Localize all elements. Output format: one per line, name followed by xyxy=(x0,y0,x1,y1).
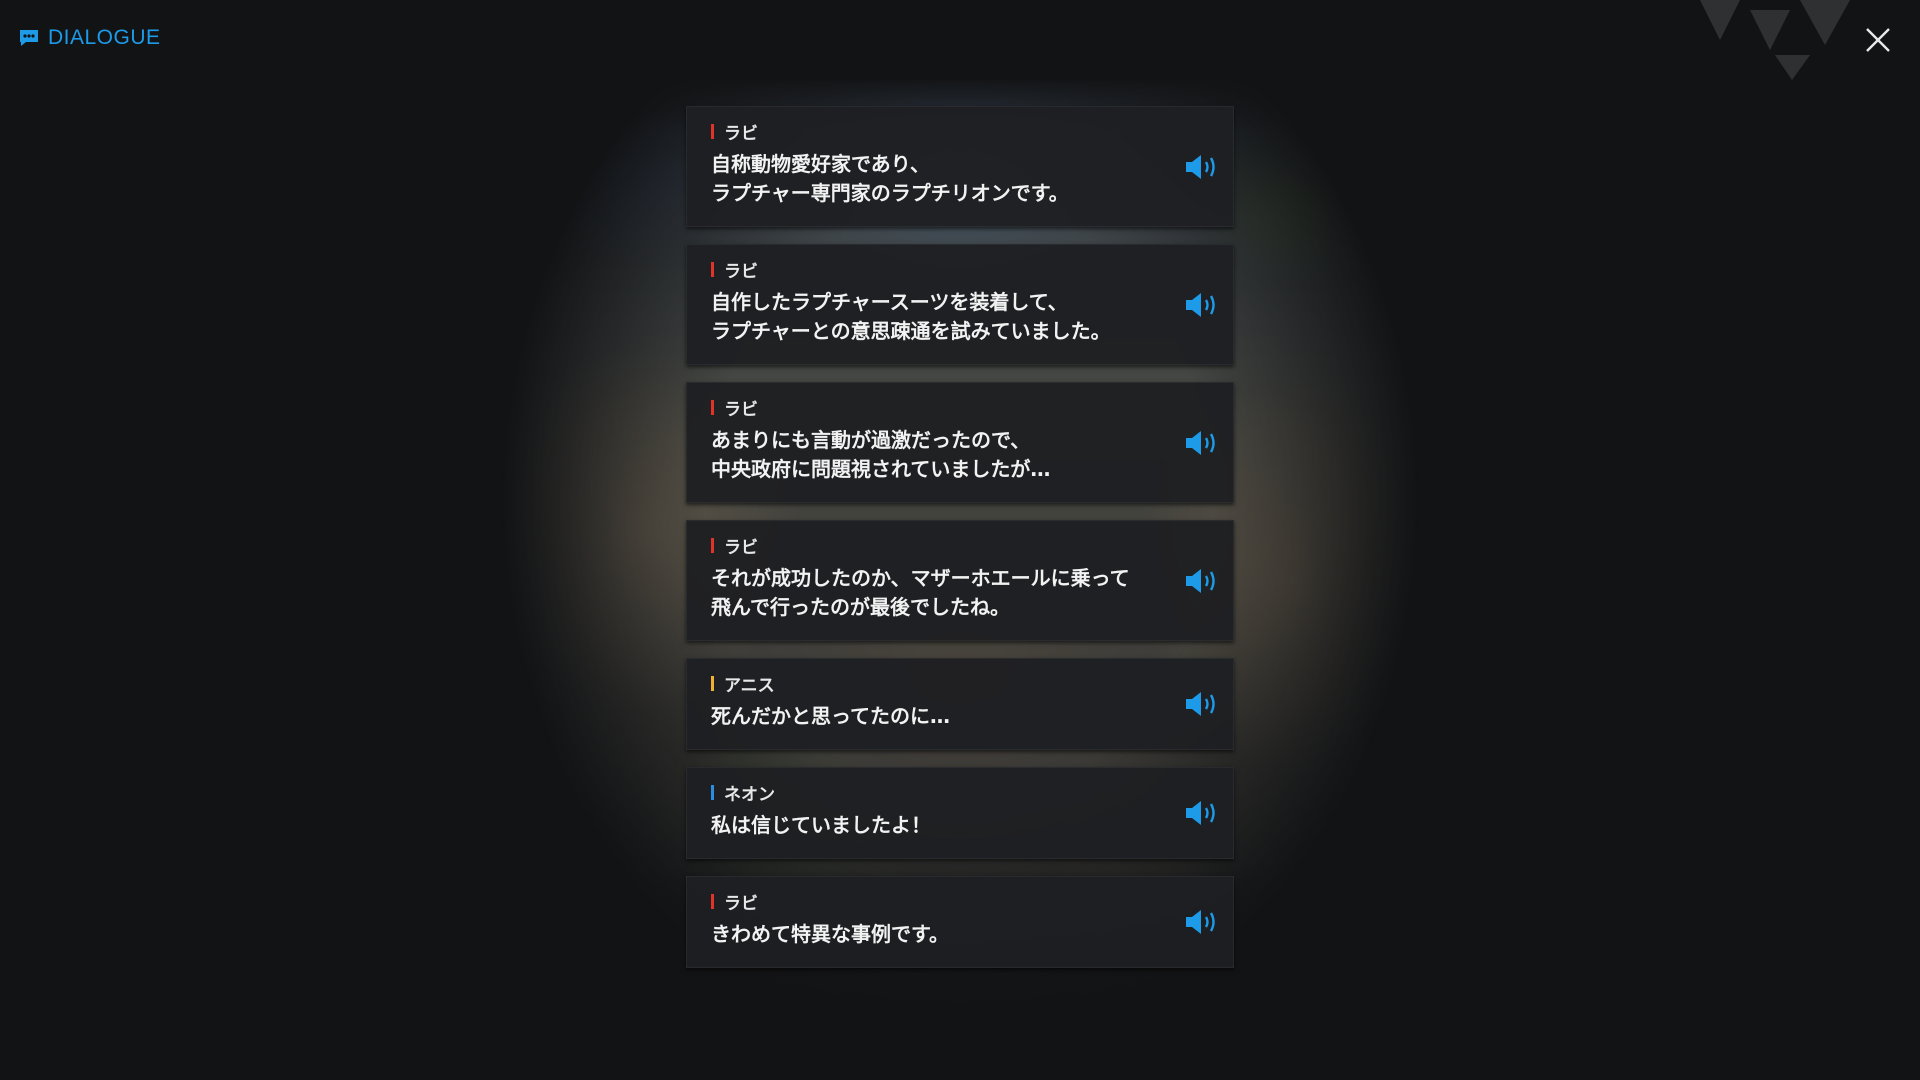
speaker-name: ラビ xyxy=(724,893,758,914)
dialogue-entry: ラビ 自称動物愛好家であり、 ラプチャー専門家のラプチリオンです。 xyxy=(686,106,1234,227)
play-voice-button[interactable] xyxy=(1183,798,1221,828)
dialogue-text: きわめて特異な事例です。 xyxy=(711,922,949,946)
speaker-name: ラビ xyxy=(724,537,758,558)
dialogue-log-screen: DIALOGUE ラビ 自称動物愛好家であり、 ラプチャー専門家のラプチリオンで… xyxy=(0,0,1920,1080)
speaker-icon xyxy=(1186,154,1215,179)
speaker-name: ラビ xyxy=(724,123,758,144)
play-voice-button[interactable] xyxy=(1183,152,1221,182)
play-voice-button[interactable] xyxy=(1183,689,1221,719)
dialogue-text: 私は信じていましたよ！ xyxy=(711,813,931,837)
speaker-icon xyxy=(1186,568,1215,593)
dialogue-text: 自称動物愛好家であり、 ラプチャー専門家のラプチリオンです。 xyxy=(711,152,1069,205)
dialogue-entry: ラビ 自作したラプチャースーツを装着して、 ラプチャーとの意思疎通を試みていまし… xyxy=(686,244,1234,365)
play-voice-button[interactable] xyxy=(1183,428,1221,458)
dialogue-list: ラビ 自称動物愛好家であり、 ラプチャー専門家のラプチリオンです。 ラビ 自作し… xyxy=(686,106,1234,968)
speaker-color-bar xyxy=(711,123,714,139)
speaker-name: ラビ xyxy=(724,399,758,420)
speaker-color-bar xyxy=(711,261,714,277)
speaker-icon xyxy=(1186,910,1215,934)
speaker-label: ラビ xyxy=(711,535,1143,558)
speaker-color-bar xyxy=(711,784,714,800)
speaker-label: ラビ xyxy=(711,397,1143,420)
page-title: DIALOGUE xyxy=(48,26,161,49)
speaker-icon xyxy=(1186,430,1215,455)
dialogue-text: 自作したラプチャースーツを装着して、 ラプチャーとの意思疎通を試みていました。 xyxy=(711,290,1111,343)
play-voice-button[interactable] xyxy=(1183,290,1221,320)
speaker-name: ネオン xyxy=(724,784,775,805)
dialogue-text: 死んだかと思ってたのに… xyxy=(711,704,950,728)
speaker-color-bar xyxy=(711,893,714,909)
play-voice-button[interactable] xyxy=(1183,907,1221,937)
close-button[interactable] xyxy=(1862,24,1894,56)
speaker-icon xyxy=(1186,692,1215,716)
speaker-label: アニス xyxy=(711,673,1143,696)
speaker-name: ラビ xyxy=(724,261,758,282)
dialogue-entry: アニス 死んだかと思ってたのに… xyxy=(686,658,1234,750)
dialogue-entry: ラビ それが成功したのか、マザーホエールに乗って 飛んで行ったのが最後でしたね。 xyxy=(686,520,1234,641)
dialogue-entry: ラビ きわめて特異な事例です。 xyxy=(686,876,1234,968)
speaker-name: アニス xyxy=(724,675,775,696)
speaker-icon xyxy=(1186,292,1215,317)
dialogue-entry: ラビ あまりにも言動が過激だったので、 中央政府に問題視されていましたが… xyxy=(686,382,1234,503)
speaker-label: ラビ xyxy=(711,121,1143,144)
corner-decoration xyxy=(1700,0,1850,80)
dialogue-entry: ネオン 私は信じていましたよ！ xyxy=(686,767,1234,859)
dialogue-text: あまりにも言動が過激だったので、 中央政府に問題視されていましたが… xyxy=(711,428,1051,481)
speaker-color-bar xyxy=(711,399,714,415)
dialogue-header: DIALOGUE xyxy=(18,26,161,50)
speaker-label: ラビ xyxy=(711,259,1143,282)
chat-bubble-icon xyxy=(18,28,40,48)
speaker-icon xyxy=(1186,801,1215,825)
play-voice-button[interactable] xyxy=(1183,566,1221,596)
speaker-label: ラビ xyxy=(711,891,1143,914)
speaker-label: ネオン xyxy=(711,782,1143,805)
close-icon xyxy=(1866,28,1890,52)
speaker-color-bar xyxy=(711,537,714,553)
dialogue-text: それが成功したのか、マザーホエールに乗って 飛んで行ったのが最後でしたね。 xyxy=(711,566,1130,619)
speaker-color-bar xyxy=(711,675,714,691)
